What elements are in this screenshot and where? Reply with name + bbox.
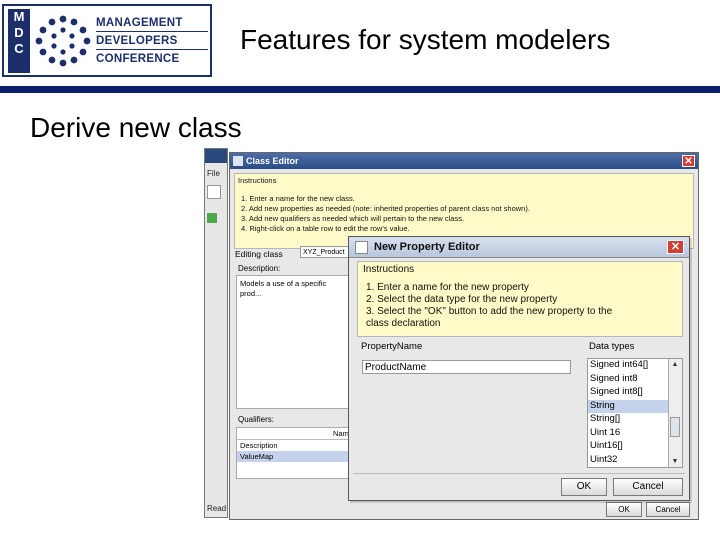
mdc-logo: M D C MANAGEMENT DEVELOPERS CONFERENCE <box>2 4 212 77</box>
dialog-divider <box>353 473 685 474</box>
header-rule <box>0 86 720 93</box>
instruction-step: 4. Right-click on a table row to edit th… <box>241 224 410 233</box>
logo-line: DEVELOPERS <box>96 32 208 50</box>
window-icon <box>233 156 243 166</box>
class-editor-ok-button[interactable]: OK <box>606 502 642 517</box>
logo-letter: M <box>13 9 25 24</box>
instruction-step: 2. Add new properties as needed (note: i… <box>241 204 530 213</box>
scrollbar-thumb[interactable] <box>670 417 680 437</box>
description-label: Description: <box>238 264 281 273</box>
logo-letter: D <box>14 25 24 40</box>
background-app-status: Read <box>207 504 227 513</box>
logo-dots-icon <box>35 15 91 67</box>
instruction-step: 1. Enter a name for the new class. <box>241 194 355 203</box>
data-types-label: Data types <box>589 341 635 352</box>
table-row[interactable]: ValueMap <box>237 451 349 462</box>
dialog-icon <box>355 240 368 254</box>
new-property-editor-dialog: New Property Editor ✕ Instructions 1. En… <box>348 236 690 501</box>
logo-line: MANAGEMENT <box>96 14 208 32</box>
instructions-label: Instructions <box>363 264 415 275</box>
new-property-instructions: Instructions 1. Enter a name for the new… <box>357 261 683 337</box>
qualifiers-label: Qualifiers: <box>238 415 275 424</box>
new-property-editor-titlebar[interactable]: New Property Editor <box>349 237 689 258</box>
new-property-cancel-button[interactable]: Cancel <box>613 478 683 496</box>
class-editor-title: Class Editor <box>246 156 299 166</box>
background-app-titlebar <box>205 149 227 163</box>
instruction-step: 1. Enter a name for the new property <box>366 282 529 293</box>
table-row[interactable]: Description <box>237 440 349 451</box>
new-property-editor-close-icon[interactable]: ✕ <box>667 240 684 254</box>
instruction-step: 3. Add new qualifiers as needed which wi… <box>241 214 465 223</box>
description-textarea[interactable]: Models a use of a specific prod... <box>236 275 350 409</box>
property-name-label: PropertyName <box>361 341 423 352</box>
qualifiers-table: Name Description ValueMap <box>236 427 353 479</box>
editing-class-label: Editing class <box>235 249 283 259</box>
slide-title: Features for system modelers <box>240 24 611 55</box>
logo-wordmark: MANAGEMENT DEVELOPERS CONFERENCE <box>96 14 208 67</box>
background-app-window: File Read <box>204 148 228 518</box>
scroll-up-icon[interactable]: ▲ <box>669 359 681 370</box>
instructions-label: Instructions <box>238 176 277 185</box>
class-editor-cancel-button[interactable]: Cancel <box>646 502 690 517</box>
class-editor-titlebar[interactable]: Class Editor <box>230 153 698 169</box>
instruction-step: class declaration <box>366 318 441 329</box>
new-property-ok-button[interactable]: OK <box>561 478 607 496</box>
logo-line: CONFERENCE <box>96 53 180 65</box>
logo-letter: C <box>14 41 24 56</box>
background-app-toolbar-icon[interactable] <box>207 185 221 199</box>
slide-subtitle: Derive new class <box>30 112 242 143</box>
instruction-step: 2. Select the data type for the new prop… <box>366 294 558 305</box>
data-types-list: Signed int64[] Signed int8 Signed int8[]… <box>587 358 683 468</box>
background-app-menu-file[interactable]: File <box>207 169 220 178</box>
scroll-down-icon[interactable]: ▼ <box>669 456 681 467</box>
editing-class-input[interactable]: XYZ_Product <box>300 246 354 258</box>
logo-letters: M D C <box>8 9 30 73</box>
background-app-tree-icon[interactable] <box>207 213 217 223</box>
data-types-scrollbar[interactable]: ▲ ▼ <box>668 359 682 467</box>
class-editor-close-icon[interactable]: ✕ <box>682 155 695 167</box>
new-property-editor-title: New Property Editor <box>374 241 480 253</box>
property-name-input[interactable]: ProductName <box>362 360 571 374</box>
instruction-step: 3. Select the "OK" button to add the new… <box>366 306 613 317</box>
qualifiers-header[interactable]: Name <box>237 428 353 440</box>
